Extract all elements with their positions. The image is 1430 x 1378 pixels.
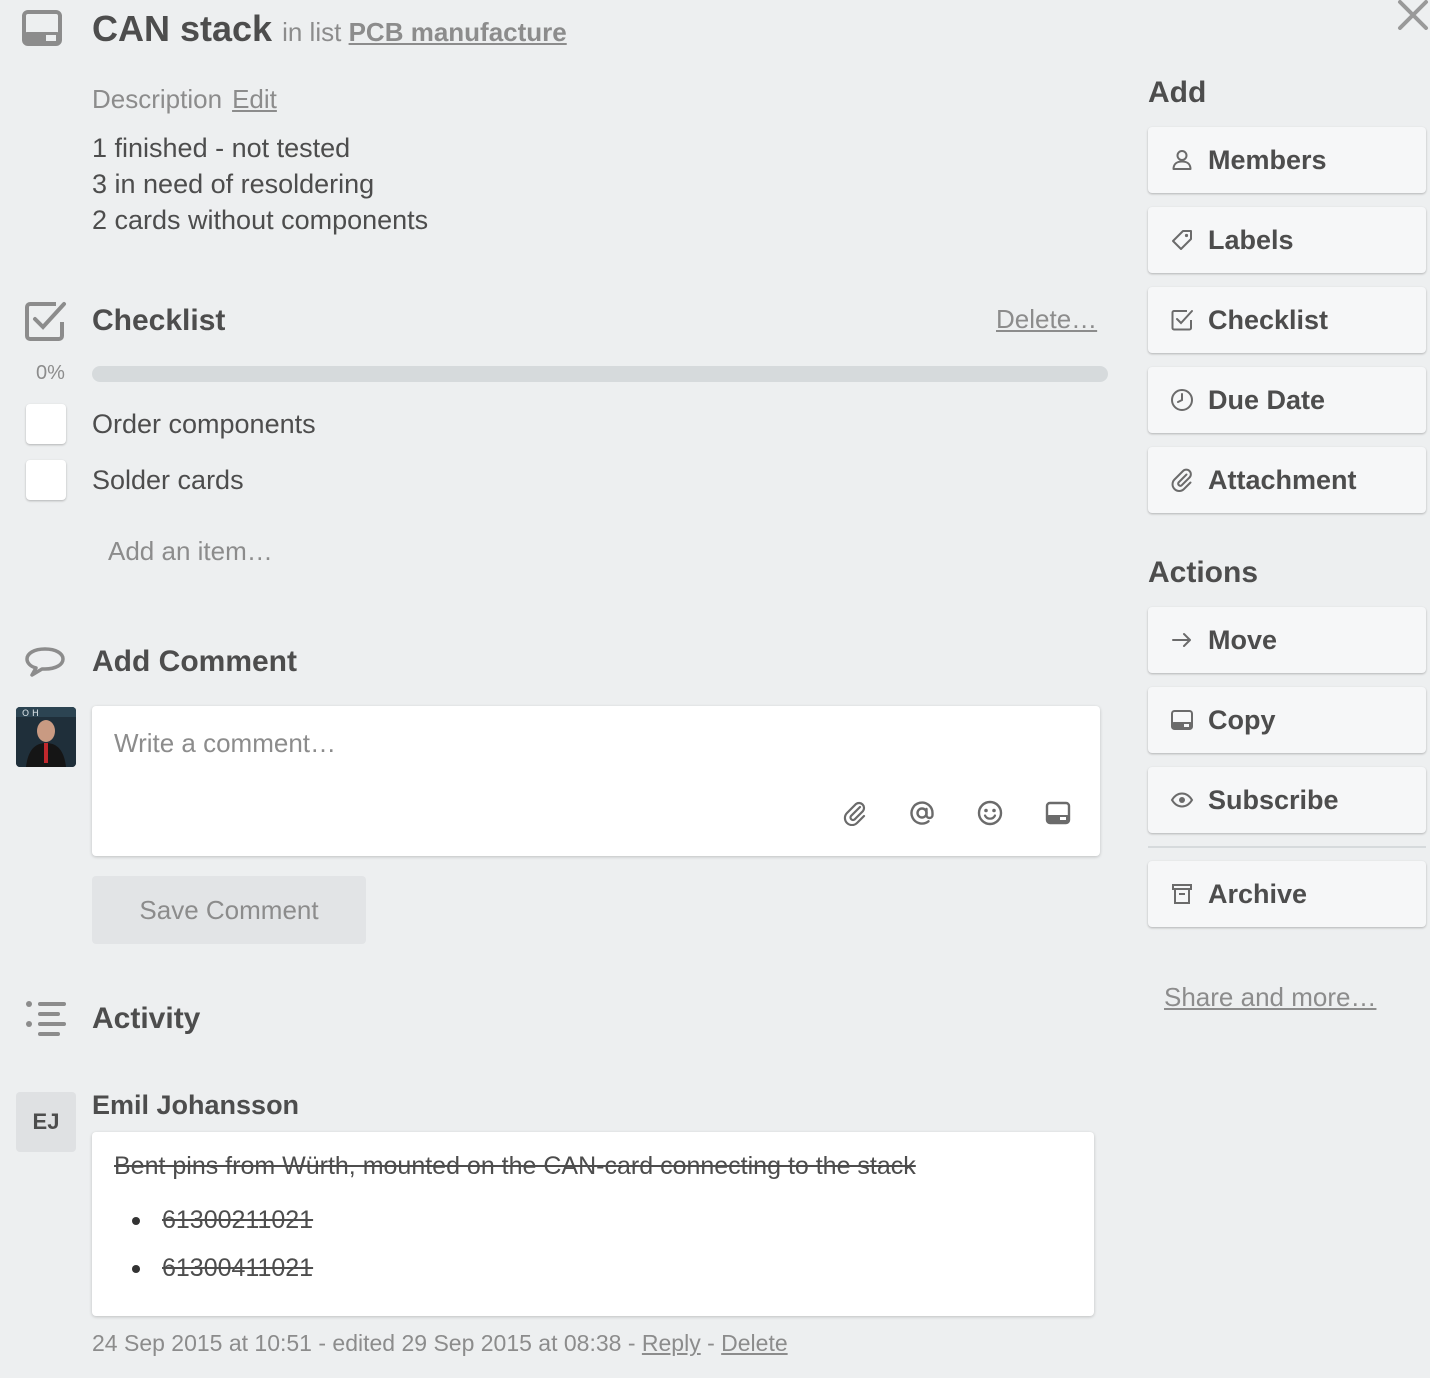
reply-link[interactable]: Reply — [642, 1330, 701, 1356]
archive-button-label: Archive — [1208, 878, 1308, 909]
bullet-dot — [132, 1216, 140, 1225]
activity-icon — [24, 1000, 68, 1038]
arrow-right-icon — [1170, 628, 1194, 652]
checklist-add-item[interactable]: Add an item… — [108, 536, 273, 567]
activity-meta: 24 Sep 2015 at 10:51 - edited 29 Sep 201… — [92, 1330, 788, 1357]
description-line: 1 finished - not tested — [92, 133, 351, 163]
checklist-delete-link[interactable]: Delete… — [996, 304, 1097, 335]
description-text[interactable]: 1 finished - not tested 3 in need of res… — [92, 130, 428, 238]
tag-icon — [1170, 228, 1194, 252]
checklist-item-checkbox[interactable] — [26, 404, 66, 444]
card-icon[interactable] — [1045, 800, 1071, 826]
checklist-progress-percent: 0% — [36, 362, 65, 384]
meta-separator: - — [707, 1330, 715, 1356]
archive-icon — [1170, 882, 1194, 906]
avatar[interactable]: O H — [16, 707, 76, 767]
delete-comment-link[interactable]: Delete — [721, 1330, 787, 1356]
description-header: Description Edit — [92, 84, 277, 115]
comment-placeholder: Write a comment… — [114, 728, 337, 758]
due-date-button[interactable]: Due Date — [1148, 367, 1426, 433]
archive-button[interactable]: Archive — [1148, 861, 1426, 927]
card-title-text[interactable]: CAN stack — [92, 8, 272, 49]
checklist-item-checkbox[interactable] — [26, 460, 66, 500]
close-icon[interactable] — [1396, 0, 1430, 30]
checklist-item-label[interactable]: Solder cards — [92, 465, 244, 496]
description-edit-link[interactable]: Edit — [232, 84, 277, 114]
description-line: 3 in need of resoldering — [92, 169, 375, 199]
attachment-button-label: Attachment — [1208, 464, 1357, 495]
paperclip-icon — [1170, 468, 1194, 492]
copy-button-label: Copy — [1208, 704, 1276, 735]
members-button[interactable]: Members — [1148, 127, 1426, 193]
person-icon — [1170, 148, 1194, 172]
list-item: 61300411021 — [132, 1254, 313, 1283]
activity-timestamp: 24 Sep 2015 at 10:51 - edited 29 Sep 201… — [92, 1330, 636, 1356]
members-button-label: Members — [1208, 144, 1327, 175]
list-item-text: 61300411021 — [162, 1254, 314, 1282]
checklist-progress-bar — [92, 366, 1108, 382]
member-initials-avatar[interactable]: EJ — [16, 1092, 76, 1152]
move-button[interactable]: Move — [1148, 607, 1426, 673]
checklist-icon — [24, 300, 68, 342]
activity-title: Activity — [92, 1002, 201, 1035]
activity-author[interactable]: Emil Johansson — [92, 1090, 299, 1121]
attachment-button[interactable]: Attachment — [1148, 447, 1426, 513]
checklist-item: Solder cards — [26, 460, 426, 500]
copy-button[interactable]: Copy — [1148, 687, 1426, 753]
card-icon — [22, 10, 62, 46]
subscribe-button[interactable]: Subscribe — [1148, 767, 1426, 833]
move-button-label: Move — [1208, 624, 1278, 655]
clock-icon — [1170, 388, 1194, 412]
list-name-link[interactable]: PCB manufacture — [349, 17, 567, 47]
bullet-dot — [132, 1264, 140, 1273]
save-comment-button[interactable]: Save Comment — [92, 876, 366, 944]
comment-input[interactable]: Write a comment… — [92, 706, 1100, 856]
sidebar-actions-heading: Actions — [1148, 556, 1259, 589]
sidebar-divider — [1148, 846, 1426, 848]
list-item-text: 61300211021 — [162, 1206, 314, 1234]
list-item: 61300211021 — [132, 1206, 313, 1235]
activity-comment: Bent pins from Würth, mounted on the CAN… — [92, 1132, 1094, 1316]
activity-comment-text: Bent pins from Würth, mounted on the CAN… — [114, 1152, 916, 1180]
checklist-item-label[interactable]: Order components — [92, 409, 316, 440]
sidebar-add-heading: Add — [1148, 76, 1207, 109]
eye-icon — [1170, 788, 1194, 812]
paperclip-icon[interactable] — [842, 800, 868, 826]
checkbox-icon — [1170, 308, 1194, 332]
add-comment-title: Add Comment — [92, 645, 297, 678]
due-date-button-label: Due Date — [1208, 384, 1326, 415]
in-list-prefix: in list — [282, 17, 342, 47]
share-and-more-link[interactable]: Share and more… — [1164, 982, 1376, 1013]
description-line: 2 cards without components — [92, 205, 429, 235]
subscribe-button-label: Subscribe — [1208, 784, 1339, 815]
labels-button[interactable]: Labels — [1148, 207, 1426, 273]
svg-text:O H: O H — [22, 709, 39, 719]
comment-icon — [24, 646, 66, 678]
checklist-button-label: Checklist — [1208, 304, 1329, 335]
labels-button-label: Labels — [1208, 224, 1294, 255]
card-icon — [1170, 708, 1194, 732]
description-label: Description — [92, 84, 223, 114]
checklist-item: Order components — [26, 404, 426, 444]
checklist-button[interactable]: Checklist — [1148, 287, 1426, 353]
emoji-icon[interactable] — [977, 800, 1003, 826]
card-title: CAN stack in list PCB manufacture — [92, 8, 567, 50]
in-list-caption: in list PCB manufacture — [282, 17, 567, 47]
checklist-title[interactable]: Checklist — [92, 304, 225, 338]
mention-icon[interactable] — [909, 800, 935, 826]
